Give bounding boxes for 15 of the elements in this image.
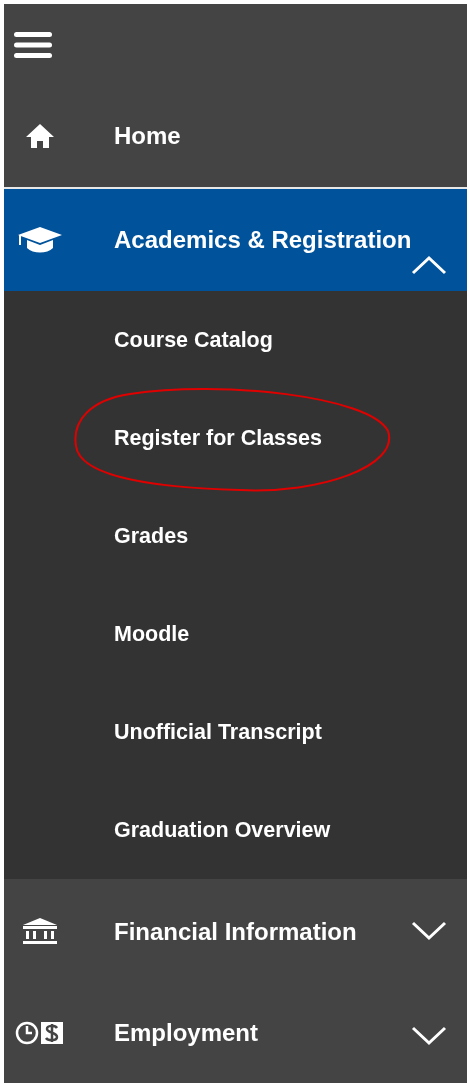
chevron-up-icon[interactable] [411, 255, 447, 275]
bank-icon [21, 916, 59, 947]
chevron-down-icon[interactable] [411, 1026, 447, 1046]
graduation-cap-icon [17, 226, 63, 254]
menu-button[interactable] [14, 29, 54, 60]
submenu-link[interactable]: Grades [114, 523, 189, 549]
submenu-link[interactable]: Register for Classes [114, 425, 322, 451]
submenu-link[interactable]: Unofficial Transcript [114, 719, 322, 745]
submenu-link[interactable]: Moodle [114, 621, 190, 647]
nav-item[interactable]: Academics & Registration [4, 189, 467, 291]
submenu-link[interactable]: Graduation Overview [114, 817, 331, 843]
home-icon [25, 123, 55, 149]
chevron-down-icon[interactable] [411, 921, 447, 941]
clock-dollar-icon [15, 1019, 65, 1047]
submenu-link[interactable]: Course Catalog [114, 327, 273, 353]
